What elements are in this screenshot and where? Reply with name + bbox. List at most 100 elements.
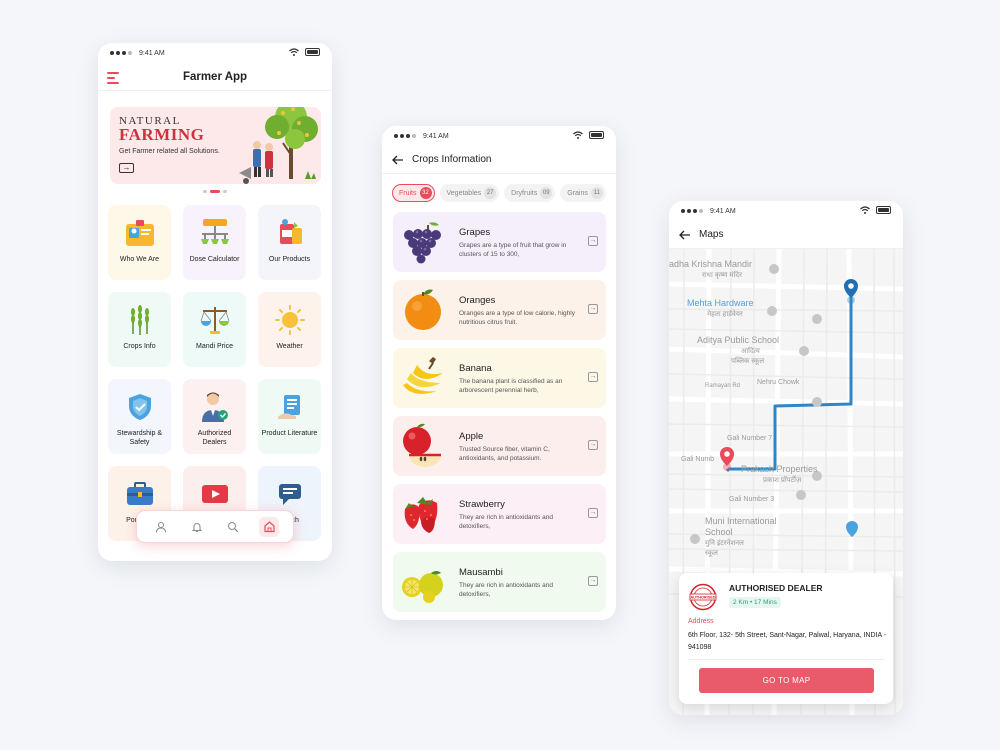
category-filter-chips: Fruits 32 Vegetables 27 Dryfruits 09 Grains… — [382, 174, 616, 202]
tile-weather[interactable]: Weather — [258, 292, 321, 367]
page-title: Crops Information — [412, 154, 492, 165]
battery-icon — [589, 131, 604, 139]
status-time: 9:41 AM — [139, 49, 165, 57]
back-arrow-icon[interactable] — [679, 230, 691, 240]
svg-text:AUTHORISED: AUTHORISED — [690, 596, 715, 600]
tile-label: Stewardship & Safety — [116, 430, 163, 446]
chip-label: Grains — [567, 189, 588, 197]
crop-name: Apple — [459, 431, 484, 442]
tile-crops-info[interactable]: Crops Info — [108, 292, 171, 367]
open-arrow-icon[interactable]: → — [588, 440, 598, 450]
wifi-icon — [860, 206, 870, 214]
home-screen: 9:41 AM Farmer App NATURAL FARMING Get F… — [98, 43, 332, 561]
crop-item-banana[interactable]: Banana The banana plant is classified as… — [393, 348, 606, 408]
farmers-tree-illustration — [239, 107, 318, 184]
banner-arrow-button[interactable]: → — [119, 163, 134, 173]
banana-image — [403, 357, 443, 394]
chat-icon — [278, 484, 301, 505]
strawberry-image — [404, 497, 438, 533]
open-arrow-icon[interactable]: → — [588, 236, 598, 246]
crop-name: Mausambi — [459, 567, 503, 578]
chip-count: 11 — [590, 187, 603, 199]
tile-authorized-dealers[interactable]: Authorized Dealers — [183, 379, 246, 454]
tile-our-products[interactable]: Our Products — [258, 205, 321, 280]
user-icon — [156, 521, 166, 533]
tile-who-we-are[interactable]: Who We Are — [108, 205, 171, 280]
dealer-card: AUTHORISED AUTHORISED DEALER 2 Km • 17 M… — [679, 573, 893, 704]
promo-banner[interactable]: NATURAL FARMING Get Farmer related all S… — [110, 107, 321, 184]
tile-label: Dose Calculator — [189, 256, 240, 263]
map-label: Aditya Public School — [697, 335, 780, 345]
tile-label: Our Products — [268, 256, 311, 263]
map-label: Prakash Properties — [741, 464, 818, 474]
banner-headline: FARMING — [119, 125, 205, 144]
battery-icon — [305, 48, 320, 56]
status-bar: 9:41 AM — [382, 126, 616, 146]
banner-subtitle: Get Farmer related all Solutions. — [119, 148, 220, 155]
nav-home[interactable] — [259, 516, 279, 537]
calculator-scale-icon — [200, 219, 229, 244]
crop-item-strawberry[interactable]: Strawberry They are rich in antioxidants… — [393, 484, 606, 544]
map-label: Muni International — [705, 516, 777, 526]
tile-mandi-price[interactable]: Mandi Price — [183, 292, 246, 367]
map-label: मुनि इंटरनेशनल — [705, 540, 744, 547]
nav-notifications[interactable] — [187, 517, 207, 537]
crops-screen: 9:41 AM Crops Information Fruits 32 Veget… — [382, 126, 616, 620]
id-card-icon — [125, 220, 154, 246]
map-label: adha Krishna Mandir — [669, 259, 753, 269]
crop-description: Oranges are a type of low calorie, highl… — [459, 310, 575, 326]
crop-item-mausambi[interactable]: Mausambi They are rich in antioxidants a… — [393, 552, 606, 612]
chip-label: Vegetables — [446, 189, 482, 197]
wifi-icon — [289, 48, 299, 56]
crop-item-oranges[interactable]: Oranges Oranges are a type of low calori… — [393, 280, 606, 340]
chip-grains[interactable]: Grains 11 — [560, 184, 606, 202]
open-arrow-icon[interactable]: → — [588, 372, 598, 382]
map-label: पब्लिक स्कूल — [731, 358, 765, 365]
tile-stewardship-safety[interactable]: Stewardship & Safety — [108, 379, 171, 454]
carousel-dots[interactable] — [98, 190, 332, 193]
search-icon — [228, 521, 239, 532]
crop-description: Trusted Source fiber, vitamin C, antioxi… — [459, 446, 550, 462]
map-label: स्कूल — [705, 550, 718, 557]
dealer-title: AUTHORISED DEALER — [729, 583, 823, 593]
crop-item-grapes[interactable]: Grapes Grapes are a type of fruit that g… — [393, 212, 606, 272]
open-arrow-icon[interactable]: → — [588, 304, 598, 314]
bottom-navigation — [136, 510, 294, 543]
crop-item-apple[interactable]: Apple Trusted Source fiber, vitamin C, a… — [393, 416, 606, 476]
nav-search[interactable] — [223, 517, 243, 537]
balance-scale-icon — [200, 307, 229, 334]
map-label: प्रकाश प्रॉपर्टीज़ — [763, 477, 802, 484]
nav-profile[interactable] — [151, 517, 171, 537]
address-label: Address — [688, 618, 714, 625]
crop-name: Oranges — [459, 295, 496, 306]
map-label: राधा कृष्ण मंदिर — [702, 272, 742, 279]
map-label: Gali Numb — [681, 456, 715, 463]
tile-dose-calculator[interactable]: Dose Calculator — [183, 205, 246, 280]
dealer-address: 6th Floor, 132- 5th Street, Sant-Nagar, … — [688, 632, 887, 651]
orange-image — [405, 289, 441, 330]
chip-vegetables[interactable]: Vegetables 27 — [439, 184, 500, 202]
tile-product-literature[interactable]: Product Literature — [258, 379, 321, 454]
status-time: 9:41 AM — [423, 132, 449, 140]
open-arrow-icon[interactable]: → — [588, 508, 598, 518]
dealer-person-icon — [201, 392, 228, 422]
map-label: Ramayan Rd — [705, 383, 741, 389]
crop-name: Strawberry — [459, 499, 505, 510]
crop-description: They are rich in antioxidants and detoxi… — [459, 514, 553, 530]
status-bar: 9:41 AM — [669, 201, 903, 221]
hamburger-menu-icon[interactable] — [107, 72, 119, 87]
wifi-icon — [573, 131, 583, 139]
authorised-seal-icon: AUTHORISED — [689, 583, 717, 611]
chip-dryfruits[interactable]: Dryfruits 09 — [504, 184, 556, 202]
battery-icon — [876, 206, 891, 214]
go-to-map-button[interactable]: GO TO MAP — [699, 668, 874, 693]
back-arrow-icon[interactable] — [392, 155, 404, 165]
crop-name: Grapes — [459, 227, 491, 238]
open-arrow-icon[interactable]: → — [588, 576, 598, 586]
feature-grid: Who We Are Dose Calculator Our Products … — [108, 205, 324, 541]
home-icon — [263, 521, 275, 533]
chip-fruits[interactable]: Fruits 32 — [392, 184, 435, 202]
divider — [688, 659, 884, 660]
tile-label: Weather — [276, 343, 303, 350]
crop-description: They are rich in antioxidants and detoxi… — [459, 582, 553, 598]
